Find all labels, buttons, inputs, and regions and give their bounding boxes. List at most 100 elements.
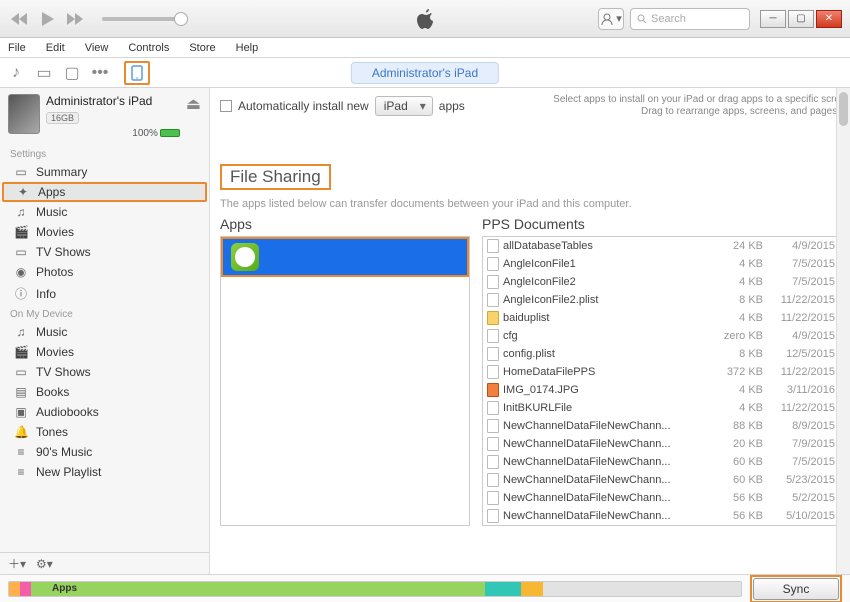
device-pill[interactable]: Administrator's iPad: [351, 62, 499, 84]
document-row[interactable]: AngleIconFile2.plist8 KB11/22/2015: [483, 291, 839, 309]
minimize-button[interactable]: ─: [760, 10, 786, 28]
sidebar-item-dev-books[interactable]: ▤Books: [0, 382, 209, 402]
document-row[interactable]: cfgzero KB4/9/2015: [483, 327, 839, 345]
document-size: 4 KB: [713, 258, 763, 270]
file-sharing-title: File Sharing: [220, 164, 331, 190]
auto-install-select[interactable]: iPad▾: [375, 96, 433, 116]
capacity-segment: [485, 582, 522, 596]
sidebar-item-dev-newplaylist[interactable]: ≡New Playlist: [0, 462, 209, 482]
capacity-segment: [521, 582, 543, 596]
capacity-segment: [9, 582, 20, 596]
file-icon: [487, 365, 499, 379]
playlist-icon: ≡: [14, 465, 28, 479]
next-button[interactable]: [64, 8, 86, 30]
menu-store[interactable]: Store: [185, 40, 219, 56]
document-date: 4/9/2015: [771, 330, 835, 342]
document-row[interactable]: NewChannelDataFileNewChann...56 KB5/10/2…: [483, 507, 839, 525]
more-tab-icon[interactable]: •••: [92, 65, 108, 81]
device-button[interactable]: [124, 61, 150, 85]
sidebar-item-apps[interactable]: ✦Apps: [2, 182, 207, 202]
sidebar-item-music[interactable]: ♫Music: [0, 202, 209, 222]
capacity-label: Apps: [52, 583, 77, 594]
file-icon: [487, 473, 499, 487]
content-scrollbar[interactable]: [836, 88, 850, 574]
library-bar: ♪ ▭ ▢ ••• Administrator's iPad: [0, 58, 850, 88]
document-row[interactable]: AngleIconFile24 KB7/5/2015: [483, 273, 839, 291]
document-name: NewChannelDataFileNewChann...: [503, 492, 709, 504]
sidebar-item-dev-music[interactable]: ♫Music: [0, 322, 209, 342]
file-icon: [487, 275, 499, 289]
document-row[interactable]: baiduplist4 KB11/22/2015: [483, 309, 839, 327]
sidebar-item-tvshows[interactable]: ▭TV Shows: [0, 242, 209, 262]
app-row[interactable]: [221, 237, 469, 277]
document-row[interactable]: NewChannelDataFileNewChann...56 KB5/2/20…: [483, 489, 839, 507]
document-size: 8 KB: [713, 348, 763, 360]
sidebar-item-photos[interactable]: ◉Photos: [0, 262, 209, 282]
sidebar-item-dev-movies[interactable]: 🎬Movies: [0, 342, 209, 362]
document-date: 11/22/2015: [771, 312, 835, 324]
document-row[interactable]: config.plist8 KB12/5/2015: [483, 345, 839, 363]
device-battery: 100%: [46, 128, 180, 139]
document-date: 12/5/2015: [771, 348, 835, 360]
document-row[interactable]: InitBKURLFile4 KB11/22/2015: [483, 399, 839, 417]
sidebar-item-dev-tvshows[interactable]: ▭TV Shows: [0, 362, 209, 382]
document-date: 5/23/2015: [771, 474, 835, 486]
menu-file[interactable]: File: [4, 40, 30, 56]
close-button[interactable]: ✕: [816, 10, 842, 28]
jpg-icon: [487, 383, 499, 397]
document-row[interactable]: NewChannelDataFileNewChann...60 KB5/23/2…: [483, 471, 839, 489]
document-name: NewChannelDataFileNewChann...: [503, 510, 709, 522]
document-row[interactable]: AngleIconFile14 KB7/5/2015: [483, 255, 839, 273]
sidebar-item-dev-audiobooks[interactable]: ▣Audiobooks: [0, 402, 209, 422]
play-button[interactable]: [36, 8, 58, 30]
document-name: cfg: [503, 330, 709, 342]
sidebar-item-summary[interactable]: ▭Summary: [0, 162, 209, 182]
capacity-segment: [31, 582, 485, 596]
sidebar-item-dev-tones[interactable]: 🔔Tones: [0, 422, 209, 442]
file-icon: [487, 239, 499, 253]
playlist-icon: ≡: [14, 445, 28, 459]
folder-icon: [487, 311, 499, 325]
profile-button[interactable]: ▾: [598, 8, 624, 30]
menu-help[interactable]: Help: [232, 40, 263, 56]
document-row[interactable]: NewChannelDataFileNewChann...88 KB8/9/20…: [483, 417, 839, 435]
file-icon: [487, 329, 499, 343]
auto-install-checkbox[interactable]: [220, 100, 232, 112]
eject-icon[interactable]: ⏏: [186, 94, 201, 114]
music-tab-icon[interactable]: ♪: [8, 65, 24, 81]
sidebar-item-dev-90s[interactable]: ≡90's Music: [0, 442, 209, 462]
document-name: HomeDataFilePPS: [503, 366, 709, 378]
capacity-bar: Apps: [8, 581, 742, 597]
menu-view[interactable]: View: [81, 40, 113, 56]
previous-button[interactable]: [8, 8, 30, 30]
document-size: 8 KB: [713, 294, 763, 306]
volume-slider[interactable]: [102, 17, 182, 21]
document-row[interactable]: HomeDataFilePPS372 KB11/22/2015: [483, 363, 839, 381]
search-input[interactable]: Search: [630, 8, 750, 30]
document-row[interactable]: IMG_0174.JPG4 KB3/11/2016: [483, 381, 839, 399]
documents-list[interactable]: allDatabaseTables24 KB4/9/2015AngleIconF…: [482, 236, 840, 526]
document-size: 24 KB: [713, 240, 763, 252]
menu-controls[interactable]: Controls: [124, 40, 173, 56]
menu-edit[interactable]: Edit: [42, 40, 69, 56]
document-row[interactable]: NewChannelDataFileNewChann...60 KB7/5/20…: [483, 453, 839, 471]
file-icon: [487, 491, 499, 505]
tv-tab-icon[interactable]: ▢: [64, 65, 80, 81]
settings-gear-icon[interactable]: ⚙▾: [36, 557, 53, 571]
sidebar-item-info[interactable]: ⓘInfo: [0, 282, 209, 305]
maximize-button[interactable]: ▢: [788, 10, 814, 28]
apps-list[interactable]: [220, 236, 470, 526]
document-row[interactable]: NewChannelDataFileNewChann...20 KB7/9/20…: [483, 435, 839, 453]
sidebar-item-movies[interactable]: 🎬Movies: [0, 222, 209, 242]
menubar: File Edit View Controls Store Help: [0, 38, 850, 58]
sync-button[interactable]: Sync: [753, 578, 839, 600]
app-icon: [231, 243, 259, 271]
document-row[interactable]: allDatabaseTables24 KB4/9/2015: [483, 237, 839, 255]
add-button[interactable]: ＋▾: [8, 555, 26, 572]
file-icon: [487, 419, 499, 433]
auto-install-label-post: apps: [439, 99, 465, 113]
summary-icon: ▭: [14, 165, 28, 179]
document-size: 56 KB: [713, 510, 763, 522]
movies-tab-icon[interactable]: ▭: [36, 65, 52, 81]
document-date: 7/5/2015: [771, 276, 835, 288]
